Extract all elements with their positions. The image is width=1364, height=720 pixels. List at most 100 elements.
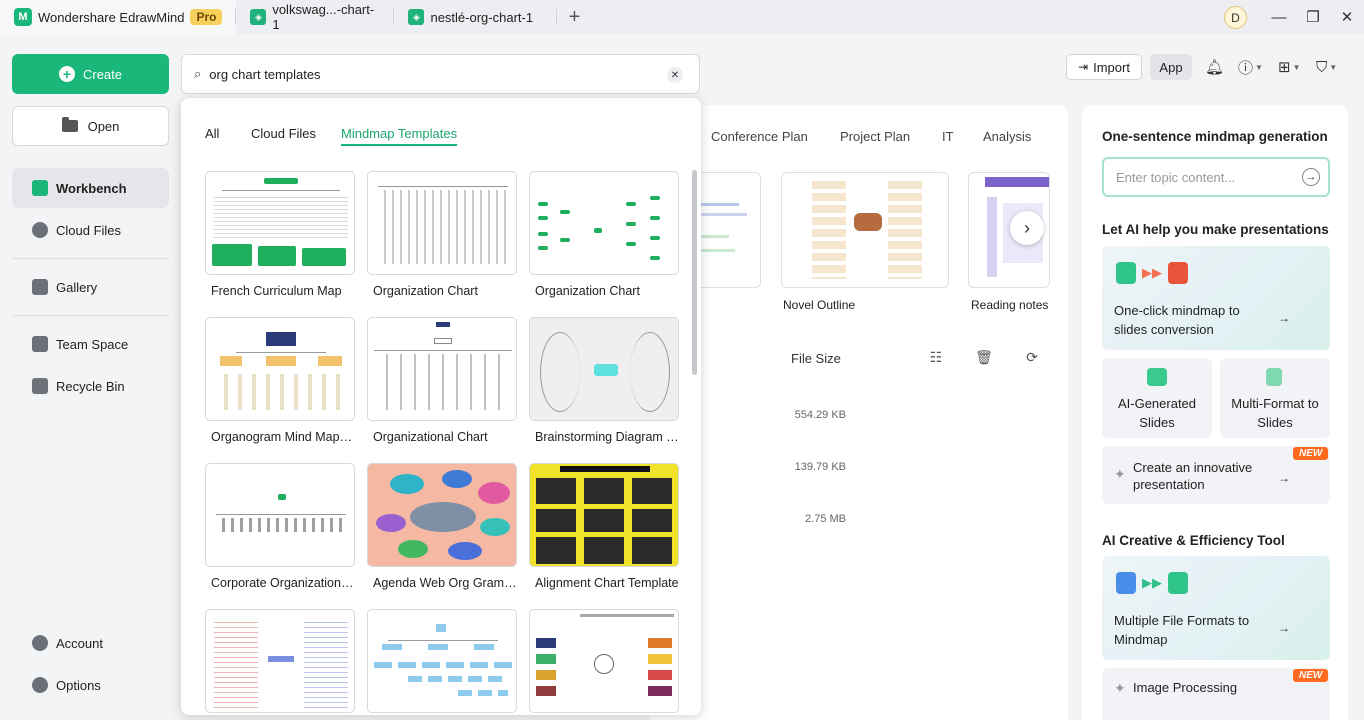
creative-title: AI Creative & Efficiency Tool [1102, 533, 1285, 548]
ai-generated-slides-card[interactable]: AI-Generated Slides [1102, 358, 1212, 438]
open-button[interactable]: Open [12, 106, 169, 146]
team-space-icon [32, 336, 48, 352]
template-card[interactable] [367, 609, 517, 713]
template-card-corporate-org[interactable] [205, 463, 355, 567]
close-icon[interactable]: ✕ [1330, 0, 1364, 34]
template-label: Organizational Chart [373, 430, 488, 444]
tab-mindmap-templates[interactable]: Mindmap Templates [341, 126, 458, 146]
file-size-value: 2.75 MB [805, 513, 846, 525]
mindmap-file-icon: ◈ [408, 9, 425, 25]
mindmap-icon [1168, 572, 1188, 594]
template-label: Organogram Mind Map T... [211, 430, 355, 444]
template-card[interactable] [529, 609, 679, 713]
one-click-mindmap-card[interactable]: ▶▶ One-click mindmap to slides conversio… [1102, 246, 1330, 350]
image-processing-label: Image Processing [1133, 680, 1238, 695]
category-conference-plan[interactable]: Conference Plan [711, 129, 808, 144]
import-label: Import [1093, 59, 1130, 75]
file-size-header[interactable]: File Size [791, 351, 841, 366]
chevron-right-icon[interactable]: › [1010, 211, 1044, 245]
multiple-formats-card[interactable]: ▶▶ Multiple File Formats to Mindmap → [1102, 556, 1330, 660]
sidebar-item-workbench[interactable]: Workbench [12, 168, 169, 208]
clear-icon[interactable]: ✕ [667, 67, 683, 83]
sidebar-item-options[interactable]: Options [12, 665, 169, 705]
template-card-alignment-chart[interactable] [529, 463, 679, 567]
recycle-bin-icon [32, 378, 48, 394]
tab-label: volkswag...-chart-1 [272, 2, 375, 32]
edrawmind-logo-icon: M [14, 8, 32, 26]
one-sentence-title: One-sentence mindmap generation [1102, 129, 1328, 144]
sidebar-item-label: Cloud Files [56, 222, 122, 238]
avatar[interactable]: D [1224, 6, 1247, 29]
sidebar-item-recycle-bin[interactable]: Recycle Bin [12, 366, 169, 406]
one-click-label: One-click mindmap to slides conversion [1114, 303, 1240, 337]
multi-format-slides-card[interactable]: Multi-Format to Slides [1220, 358, 1330, 438]
search-results-dropdown: All Cloud Files Mindmap Templates French… [181, 98, 701, 715]
bell-icon[interactable]: 🔔︎ [1205, 56, 1224, 78]
category-project-plan[interactable]: Project Plan [840, 129, 910, 144]
tab-all[interactable]: All [205, 126, 219, 141]
document-icon [1116, 572, 1136, 594]
template-card-organizational-chart[interactable] [367, 317, 517, 421]
template-card-agenda-web[interactable] [367, 463, 517, 567]
create-button[interactable]: + Create [12, 54, 169, 94]
thumb-label: Reading notes [971, 298, 1049, 312]
create-label: Create [82, 66, 123, 82]
sidebar-item-label: Account [56, 635, 103, 651]
sidebar-item-label: Recycle Bin [56, 378, 125, 394]
sidebar-item-account[interactable]: Account [12, 623, 169, 663]
thumb-label: Novel Outline [783, 298, 856, 312]
template-thumbnail-novel-outline[interactable] [781, 172, 949, 288]
template-card-organization-chart-green[interactable] [529, 171, 679, 275]
workbench-icon [32, 180, 48, 196]
template-card-french-curriculum[interactable] [205, 171, 355, 275]
search-input[interactable]: ⌕ org chart templates ✕ [181, 54, 700, 94]
apps-grid-icon[interactable]: ⊞ ▼ [1278, 56, 1301, 78]
sidebar: + Create Open Workbench Cloud Files Gall… [0, 34, 180, 720]
refresh-icon[interactable]: ⟳ [1024, 349, 1040, 365]
dropdown-scrollbar[interactable] [692, 170, 697, 375]
template-card-brainstorming[interactable] [529, 317, 679, 421]
template-card-organization-chart[interactable] [367, 171, 517, 275]
pro-badge[interactable]: Pro [190, 9, 223, 25]
arrow-right-icon[interactable]: → [1302, 168, 1320, 186]
shirt-icon[interactable]: ⛉ ▼ [1316, 56, 1337, 78]
new-tab-button[interactable]: + [557, 0, 591, 34]
sidebar-item-gallery[interactable]: Gallery [12, 267, 169, 307]
open-label: Open [87, 118, 120, 134]
window-controls: — ❐ ✕ [1262, 0, 1364, 34]
mindmap-file-icon: ◈ [250, 9, 267, 25]
tab-cloud-files[interactable]: Cloud Files [251, 126, 316, 141]
mindmap-icon [1116, 262, 1136, 284]
template-label: Organization Chart [373, 284, 478, 298]
sidebar-item-team-space[interactable]: Team Space [12, 324, 169, 364]
category-it[interactable]: IT [942, 129, 954, 144]
import-button[interactable]: ⇥ Import [1066, 54, 1142, 80]
trash-icon[interactable]: 🗑︎ [975, 349, 993, 365]
innovative-label: Create an innovative presentation [1133, 460, 1253, 492]
topic-placeholder: Enter topic content... [1116, 169, 1236, 185]
template-label: Organization Chart [535, 284, 640, 298]
sidebar-item-label: Team Space [56, 336, 129, 352]
restore-icon[interactable]: ❐ [1296, 0, 1330, 34]
multi-format-icon [1266, 368, 1282, 386]
folder-icon [61, 117, 78, 132]
title-bar: M Wondershare EdrawMind Pro ◈ volkswag..… [0, 0, 1364, 34]
minimize-icon[interactable]: — [1262, 0, 1296, 34]
app-button[interactable]: App [1150, 54, 1192, 80]
tab-volkswagen-chart[interactable]: ◈ volkswag...-chart-1 [236, 0, 395, 34]
sidebar-item-label: Workbench [56, 180, 127, 196]
tab-label: nestlé-org-chart-1 [430, 9, 534, 25]
multiple-formats-label: Multiple File Formats to Mindmap [1114, 613, 1250, 647]
sidebar-item-cloud-files[interactable]: Cloud Files [12, 210, 169, 250]
arrow-right-icon: → [1278, 621, 1290, 635]
topic-input[interactable]: Enter topic content... → [1102, 157, 1330, 197]
tab-nestle-org-chart[interactable]: ◈ nestlé-org-chart-1 [394, 0, 558, 34]
arrow-right-icon: → [1278, 471, 1290, 485]
template-card[interactable] [205, 609, 355, 713]
presentations-title: Let AI help you make presentations [1102, 222, 1329, 237]
category-analysis[interactable]: Analysis [983, 129, 1031, 144]
tab-home[interactable]: M Wondershare EdrawMind Pro [0, 0, 237, 34]
list-view-icon[interactable]: ☷ [928, 349, 944, 365]
template-card-organogram[interactable] [205, 317, 355, 421]
help-icon[interactable]: ⓘ ▼ [1238, 56, 1263, 78]
